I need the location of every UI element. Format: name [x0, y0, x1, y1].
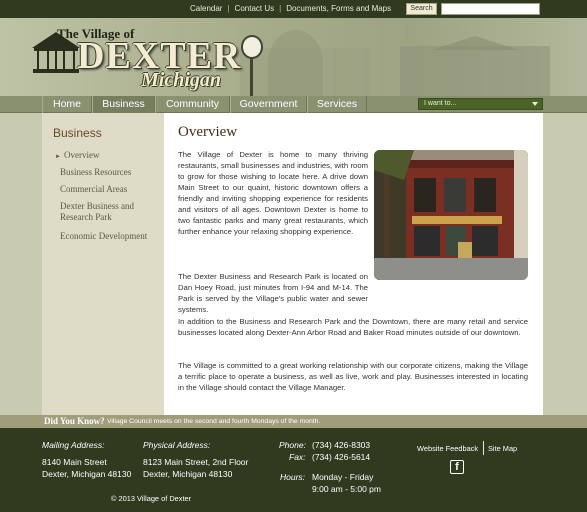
calendar-link[interactable]: Calendar [190, 4, 222, 13]
physical-address-heading: Physical Address: [143, 440, 211, 450]
sidebar-item-commercial-areas[interactable]: Commercial Areas [60, 184, 160, 195]
header-building-silhouette [400, 46, 550, 96]
footer-link-divider [483, 441, 484, 455]
hours-label: Hours: [280, 472, 306, 482]
link-separator: | [227, 4, 230, 13]
sidebar-title: Business [53, 126, 102, 140]
i-want-to-label: I want to... [424, 100, 457, 107]
physical-address-line2: Dexter, Michigan 48130 [143, 469, 233, 479]
phone-number: (734) 426-8303 [312, 440, 371, 450]
top-links: Calendar | Contact Us | Documents, Forms and… [190, 4, 391, 13]
copyright-text: © 2013 Village of Dexter [111, 494, 192, 503]
fax-label: Fax: [289, 452, 306, 462]
mailing-address-heading: Mailing Address: [42, 440, 105, 450]
mailing-address-line1: 8140 Main Street [42, 457, 107, 467]
downtown-storefront-photo [374, 150, 528, 280]
chevron-down-icon [532, 102, 538, 106]
hours-times: 9:00 am - 5:00 pm [312, 484, 381, 494]
nav-community[interactable]: Community [155, 96, 230, 113]
contact-us-link[interactable]: Contact Us [235, 4, 275, 13]
page-title: Overview [178, 124, 238, 140]
i-want-to-dropdown[interactable]: I want to... [418, 98, 543, 110]
site-map-link[interactable]: Site Map [488, 444, 517, 453]
mailing-address-line2: Dexter, Michigan 48130 [42, 469, 132, 479]
clock-post [250, 58, 253, 96]
website-feedback-link[interactable]: Website Feedback [417, 444, 478, 453]
facebook-icon[interactable]: f [450, 460, 464, 474]
logo-michigan: Michigan [141, 69, 222, 91]
paragraph-commitment: The Village is committed to a great work… [178, 361, 528, 392]
sidebar-item-label: Overview [63, 150, 100, 160]
search-input[interactable] [441, 3, 540, 15]
sidebar-item-business-resources[interactable]: Business Resources [60, 167, 160, 178]
header-tree-silhouette [268, 30, 323, 96]
nav-business[interactable]: Business [92, 96, 155, 113]
bullet-icon: ► [55, 154, 61, 160]
sidebar-item-overview[interactable]: ► Overview [55, 150, 155, 163]
nav-government[interactable]: Government [230, 96, 307, 113]
site-header: The Village of DEXTER Michigan [0, 18, 587, 96]
town-clock-icon [241, 35, 263, 59]
nav-services[interactable]: Services [307, 96, 367, 113]
physical-address-line1: 8123 Main Street, 2nd Floor [143, 457, 249, 467]
phone-label: Phone: [279, 440, 306, 450]
did-you-know-text: Village Council meets on the second and … [107, 418, 321, 425]
paragraph-retail: In addition to the Business and Research… [178, 317, 528, 337]
did-you-know-label: Did You Know? [44, 416, 105, 426]
nav-home[interactable]: Home [42, 96, 92, 113]
paragraph-research-park: The Dexter Business and Research Park is… [178, 272, 368, 314]
hours-days: Monday - Friday [312, 472, 374, 482]
documents-link[interactable]: Documents, Forms and Maps [286, 4, 391, 13]
fax-number: (734) 426-5614 [312, 452, 371, 462]
search-button[interactable]: Search [406, 3, 437, 15]
paragraph-intro: The Village of Dexter is home to many th… [178, 150, 368, 236]
sidebar-item-business-research-park[interactable]: Dexter Business and Research Park [60, 201, 160, 223]
link-separator: | [279, 4, 282, 13]
sidebar-item-economic-development[interactable]: Economic Development [60, 231, 160, 242]
